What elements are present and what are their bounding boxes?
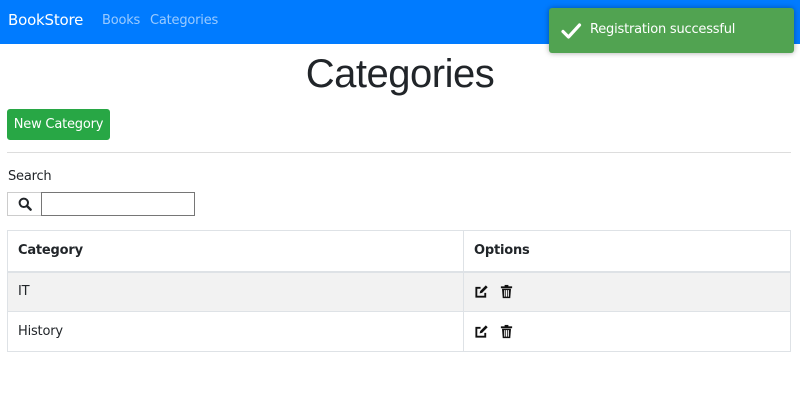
- trash-icon[interactable]: [499, 284, 514, 299]
- options-cell: [463, 311, 791, 352]
- search-input[interactable]: [41, 192, 195, 216]
- success-toast[interactable]: Registration successful: [549, 8, 794, 53]
- table-row: History: [7, 311, 791, 352]
- navbar-brand[interactable]: BookStore: [8, 11, 83, 29]
- page-title: Categories: [305, 52, 495, 96]
- categories-table: Category Options IT History: [7, 230, 791, 352]
- column-header-options: Options: [463, 230, 791, 273]
- search-icon-box: [7, 192, 41, 216]
- toast-message: Registration successful: [590, 22, 736, 37]
- search-label: Search: [8, 169, 52, 184]
- category-cell: History: [7, 311, 464, 352]
- edit-icon[interactable]: [474, 324, 489, 339]
- search-icon: [18, 197, 32, 211]
- new-category-button[interactable]: New Category: [7, 109, 110, 140]
- nav-link-categories[interactable]: Categories: [150, 13, 218, 28]
- nav-link-books[interactable]: Books: [102, 13, 140, 28]
- edit-icon[interactable]: [474, 284, 489, 299]
- category-cell: IT: [7, 271, 464, 312]
- options-cell: [463, 271, 791, 312]
- table-header-row: Category Options: [7, 230, 791, 273]
- table-row: IT: [7, 271, 791, 312]
- divider: [7, 152, 791, 153]
- trash-icon[interactable]: [499, 324, 514, 339]
- checkmark-icon: [561, 23, 582, 39]
- column-header-category: Category: [7, 230, 464, 273]
